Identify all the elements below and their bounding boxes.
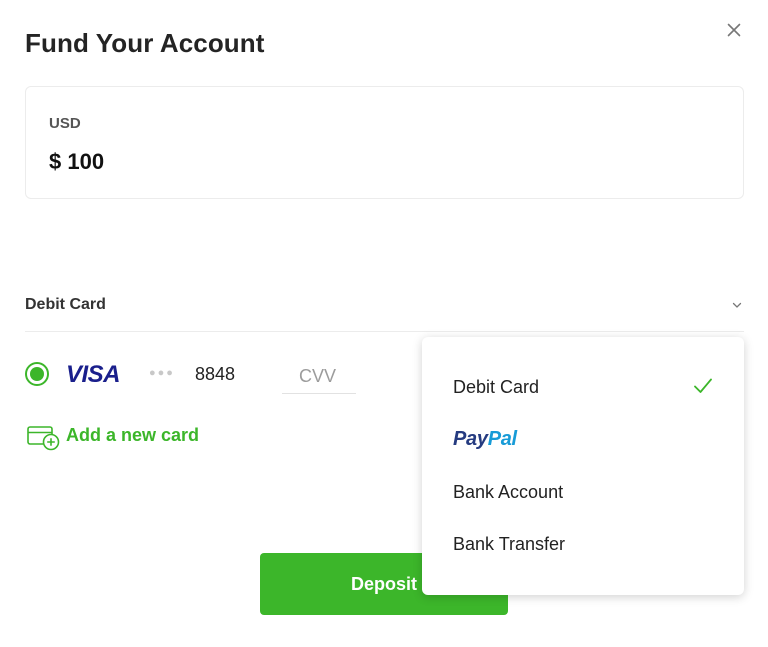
payment-method-label: Debit Card — [25, 296, 106, 313]
currency-label: USD — [49, 115, 81, 132]
payment-method-select[interactable]: Debit Card — [25, 288, 744, 332]
dropdown-option-debit-card[interactable]: Debit Card — [453, 377, 723, 405]
saved-card-row[interactable]: VISA ●●● 8848 — [25, 360, 405, 394]
close-button[interactable] — [722, 18, 746, 42]
cvv-input[interactable] — [282, 360, 356, 394]
close-icon — [727, 23, 741, 37]
dropdown-option-bank-account[interactable]: Bank Account — [453, 482, 723, 510]
check-icon — [694, 378, 712, 393]
modal-title: Fund Your Account — [25, 28, 265, 58]
add-card-icon — [27, 426, 60, 451]
card-last4: 8848 — [195, 364, 236, 384]
paypal-logo: PayPal — [453, 428, 517, 450]
dropdown-option-paypal[interactable]: PayPal — [453, 428, 723, 456]
add-card-label: Add a new card — [66, 425, 200, 445]
masked-card-dots: ●●● — [149, 367, 175, 379]
payment-method-dropdown: Debit Card PayPal Bank Account Bank Tran… — [422, 337, 744, 595]
chevron-down-icon — [732, 302, 742, 308]
amount-value[interactable]: $ 100 — [49, 149, 104, 175]
dropdown-option-bank-transfer[interactable]: Bank Transfer — [453, 534, 723, 562]
card-radio[interactable] — [25, 362, 49, 386]
visa-logo: VISA — [66, 361, 121, 388]
amount-field[interactable]: USD $ 100 — [25, 86, 744, 199]
